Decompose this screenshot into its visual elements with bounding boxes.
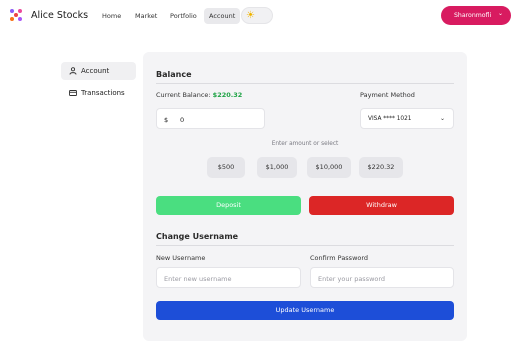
section-divider [156,245,454,246]
update-username-button[interactable]: Update Username [156,301,454,320]
user-name: Sharonmofli [454,12,492,19]
theme-toggle[interactable]: ☀ [241,7,273,24]
chevron-down-icon: ⌄ [439,115,445,122]
new-username-label: New Username [156,254,206,262]
user-menu-button[interactable]: Sharonmofli ⌄ [441,6,511,25]
card-icon [69,89,77,97]
sidebar-item-label: Transactions [81,89,125,97]
brand-name[interactable]: Alice Stocks [31,10,88,21]
new-username-placeholder: Enter new username [164,275,232,283]
preset-amount-button[interactable]: $220.32 [359,157,403,178]
payment-method-select[interactable]: VISA **** 1021 ⌄ [360,108,454,129]
sidebar-item-transactions[interactable]: Transactions [61,84,136,102]
nav-link-account[interactable]: Account [204,8,241,24]
top-nav: Alice Stocks Home Market Portfolio Accou… [0,0,517,34]
user-icon [69,67,77,75]
chevron-down-icon: ⌄ [498,10,504,17]
change-username-title: Change Username [156,232,239,241]
logo-icon[interactable] [10,9,22,21]
confirm-password-placeholder: Enter your password [318,275,386,283]
nav-link-market[interactable]: Market [135,12,157,20]
amount-input[interactable]: $ 0 [156,108,265,129]
preset-amount-button[interactable]: $1,000 [257,157,297,178]
sidebar-item-account[interactable]: Account [61,62,136,80]
sun-icon: ☀ [246,10,255,21]
account-panel: Balance Current Balance: $220.32 Payment… [143,52,467,341]
payment-method-value: VISA **** 1021 [368,116,412,122]
current-balance: Current Balance: $220.32 [156,91,242,99]
confirm-password-label: Confirm Password [310,254,369,262]
amount-hint: Enter amount or select [271,141,339,147]
amount-value: 0 [180,116,185,124]
current-balance-value: $220.32 [212,91,243,99]
preset-amount-button[interactable]: $500 [207,157,245,178]
current-balance-label: Current Balance: [156,91,211,99]
nav-link-home[interactable]: Home [102,12,121,20]
sidebar-item-label: Account [81,67,110,75]
payment-method-label: Payment Method [360,91,415,99]
balance-title: Balance [156,70,192,79]
nav-link-portfolio[interactable]: Portfolio [170,12,197,20]
deposit-button[interactable]: Deposit [156,196,301,215]
withdraw-button[interactable]: Withdraw [309,196,454,215]
confirm-password-input[interactable]: Enter your password [310,267,454,288]
currency-symbol: $ [164,116,169,124]
section-divider [156,83,454,84]
preset-amount-button[interactable]: $10,000 [307,157,351,178]
new-username-input[interactable]: Enter new username [156,267,301,288]
